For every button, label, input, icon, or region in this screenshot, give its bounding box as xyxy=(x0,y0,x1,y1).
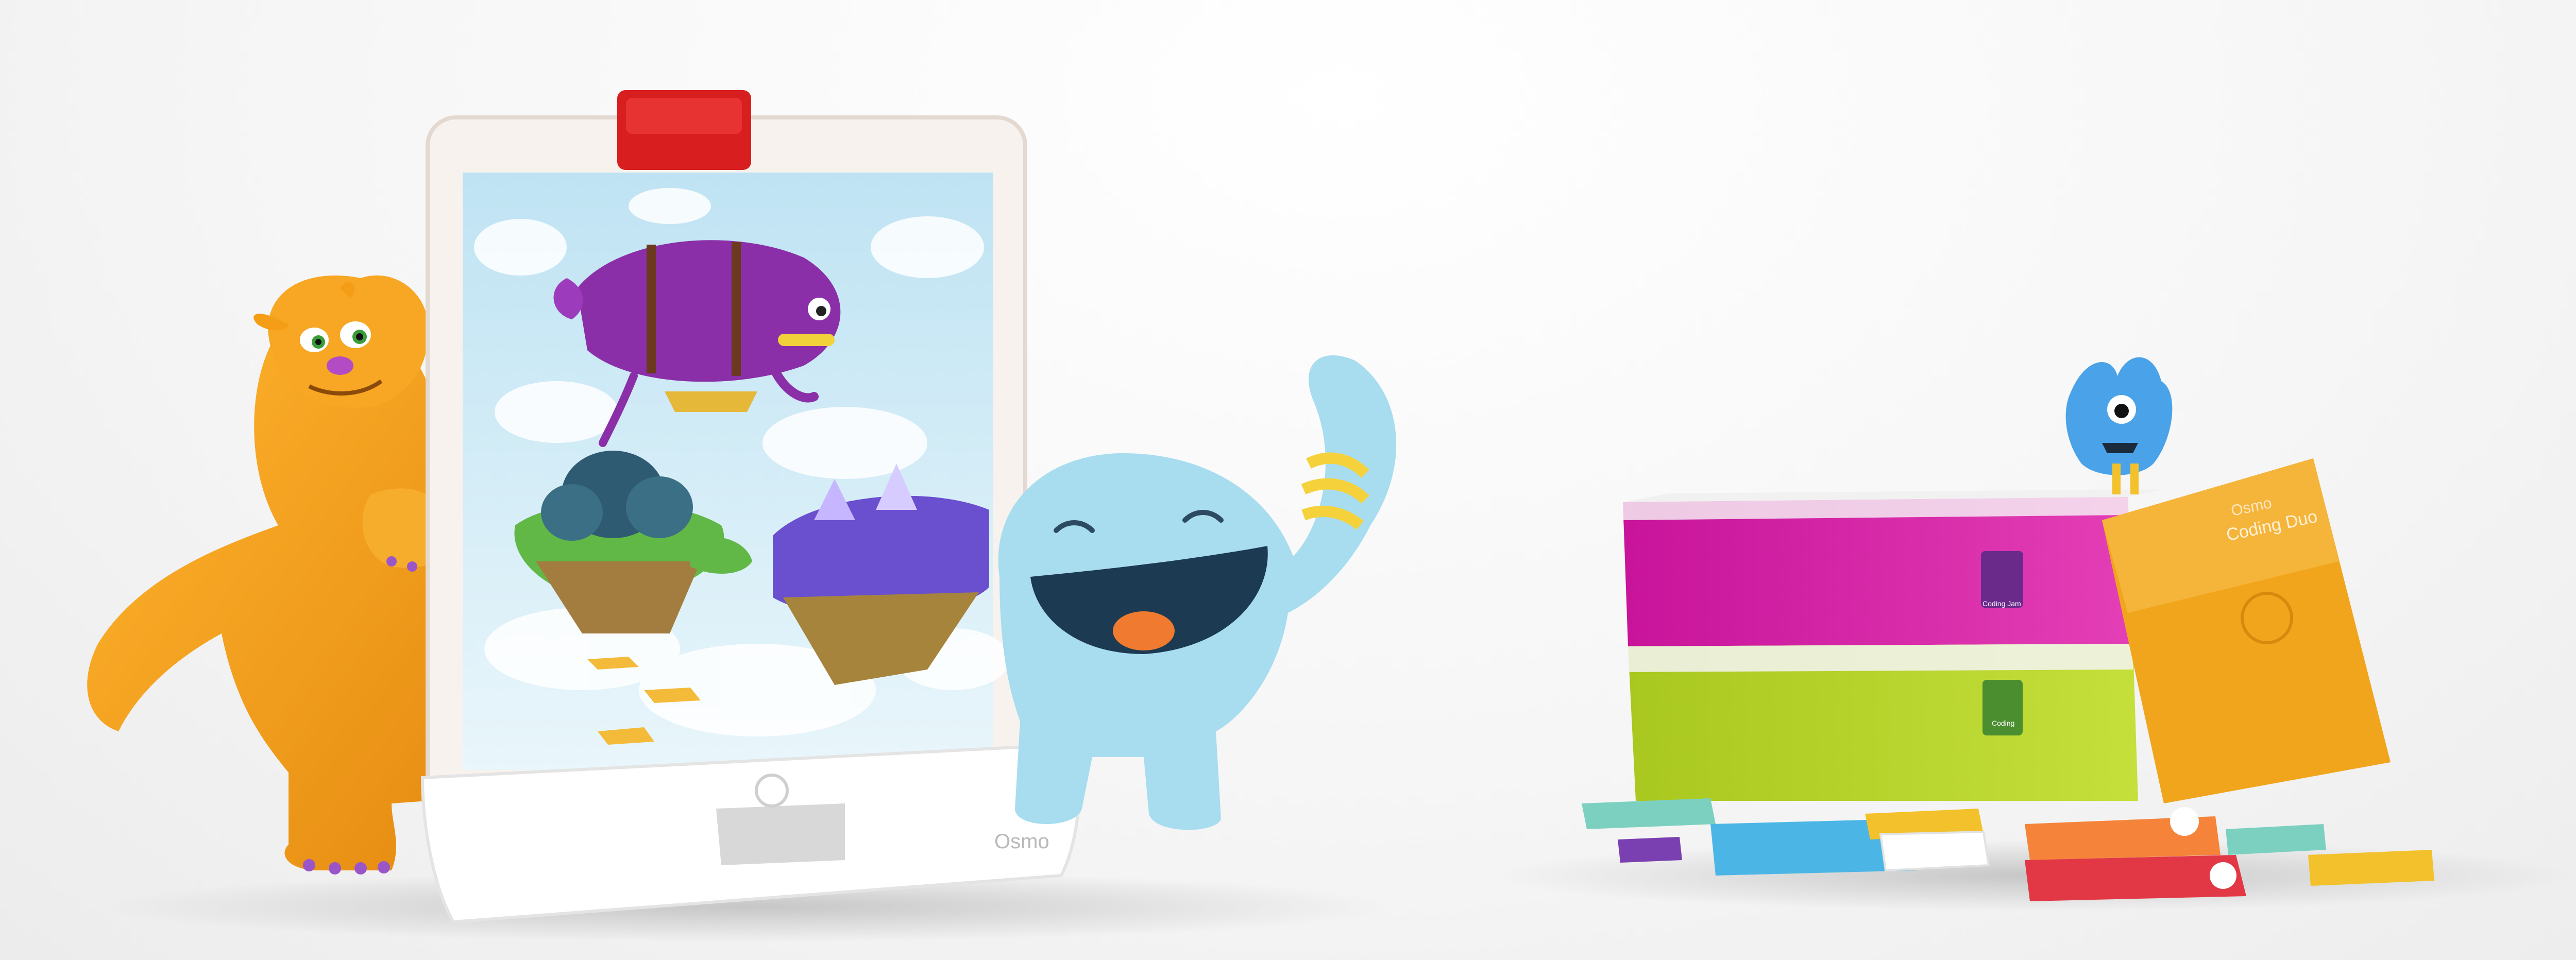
coding-trays xyxy=(1623,489,2164,801)
blue-monster xyxy=(998,355,1397,830)
pink-tray-label: Coding Jam xyxy=(1982,599,2021,608)
green-tray-label: Coding xyxy=(1992,719,2015,727)
tablet xyxy=(426,90,1027,810)
stand-brand-text: Osmo xyxy=(994,830,1049,853)
pink-tray xyxy=(1623,497,2133,646)
product-scene xyxy=(87,90,2576,942)
small-blue-monster xyxy=(2065,357,2173,494)
